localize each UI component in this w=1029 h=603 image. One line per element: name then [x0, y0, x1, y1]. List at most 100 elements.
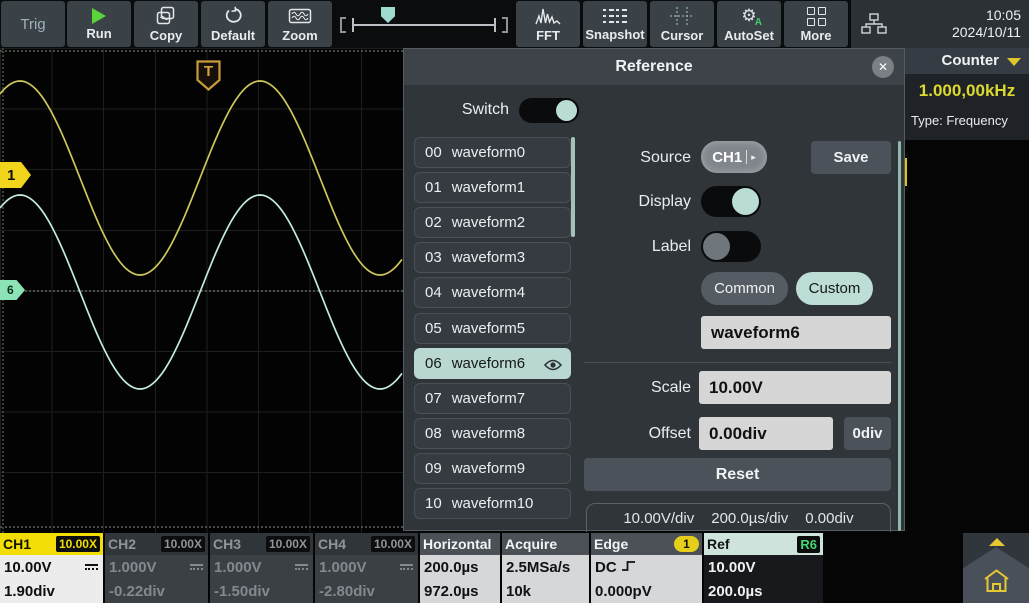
reset-label: Reset	[716, 466, 760, 484]
reset-button[interactable]: Reset	[584, 458, 891, 491]
display-toggle[interactable]	[701, 186, 761, 217]
ch1-marker-label: 1	[7, 167, 15, 184]
ref-title: Ref	[707, 536, 730, 552]
waveform-list-item[interactable]: 07waveform7	[414, 383, 571, 414]
toggle-knob	[556, 100, 577, 121]
cursor-button[interactable]: Cursor	[650, 1, 714, 47]
zoom-button[interactable]: Zoom	[268, 1, 332, 47]
run-button[interactable]: Run	[67, 1, 131, 47]
item-name: waveform10	[452, 495, 534, 512]
channel-block-ch2[interactable]: CH210.00X1.000V-0.22div	[105, 533, 208, 603]
pane-scrollbar[interactable]	[898, 141, 901, 531]
datetime-display[interactable]: 10:05 2024/10/11	[952, 7, 1021, 41]
custom-label: Custom	[809, 280, 861, 297]
clock-block: 10:05 2024/10/11	[851, 0, 1029, 48]
ref-block[interactable]: Ref R6 10.00V 200.0µs	[704, 533, 823, 603]
autoset-gear-icon: ⚙ A	[738, 6, 760, 26]
horizontal-block[interactable]: Horizontal 200.0µs 972.0µs	[420, 533, 500, 603]
home-icon[interactable]	[983, 568, 1010, 599]
waveform-list-item[interactable]: 03waveform3	[414, 242, 571, 273]
time-label: 10:05	[952, 7, 1021, 24]
counter-panel: Counter 1.000,00kHz Type: Frequency	[905, 48, 1029, 140]
acquire-block[interactable]: Acquire 2.5MSa/s 10k	[502, 533, 589, 603]
item-number: 03	[425, 249, 442, 266]
more-button[interactable]: More	[784, 1, 848, 47]
counter-header[interactable]: Counter	[905, 48, 1029, 74]
label-toggle[interactable]	[701, 231, 761, 262]
waveform-name-input[interactable]: waveform6	[701, 316, 891, 349]
dc-coupling-icon	[295, 564, 308, 570]
chevron-down-icon	[1007, 58, 1021, 66]
play-icon	[92, 8, 106, 24]
probe-badge: 10.00X	[371, 536, 415, 552]
section-divider	[584, 362, 891, 363]
trig-status-button[interactable]: Trig	[1, 1, 65, 47]
horizontal-position-slider[interactable]	[335, 0, 513, 48]
gear-a-label: A	[755, 17, 762, 28]
ref-timebase: 200.0µs	[704, 579, 823, 603]
default-label: Default	[211, 29, 255, 42]
waveform-list-item[interactable]: 05waveform5	[414, 313, 571, 344]
slider-left-bracket	[340, 17, 346, 33]
copy-button[interactable]: Copy	[134, 1, 198, 47]
channel-block-ch1[interactable]: CH110.00X10.00V1.90div	[0, 533, 103, 603]
default-button[interactable]: Default	[201, 1, 265, 47]
rising-edge-icon	[621, 559, 637, 576]
item-number: 06	[425, 355, 442, 372]
info-offset: 0.00div	[805, 510, 853, 527]
dialog-header[interactable]: Reference ✕	[404, 49, 904, 85]
channel-scale: 1.000V	[319, 559, 367, 576]
channel-block-ch3[interactable]: CH310.00X1.000V-1.50div	[210, 533, 313, 603]
horizontal-position: 972.0µs	[420, 579, 500, 603]
item-name: waveform4	[452, 284, 525, 301]
scale-value: 10.00V	[709, 378, 763, 398]
fft-button[interactable]: FFT	[516, 1, 580, 47]
slider-track	[352, 24, 496, 26]
waveform-list-item[interactable]: 04waveform4	[414, 277, 571, 308]
item-number: 05	[425, 320, 442, 337]
close-icon[interactable]: ✕	[872, 56, 894, 78]
waveform-list-item[interactable]: 01waveform1	[414, 172, 571, 203]
sample-rate: 2.5MSa/s	[502, 555, 589, 579]
slider-position-marker[interactable]	[381, 7, 395, 23]
zoom-waveform-icon	[288, 6, 312, 26]
channel-name: CH3	[213, 536, 241, 552]
channel-scale: 10.00V	[4, 559, 52, 576]
scope-traces	[0, 48, 403, 533]
waveform-list-item[interactable]: 06waveform6	[414, 348, 571, 379]
trigger-position-marker[interactable]: T	[196, 60, 221, 91]
custom-button[interactable]: Custom	[796, 272, 873, 305]
save-button[interactable]: Save	[811, 141, 891, 174]
offset-input[interactable]: 0.00div	[699, 417, 833, 450]
horizontal-timebase: 200.0µs	[420, 555, 500, 579]
reference-dialog: Reference ✕ Switch 00waveform001waveform…	[403, 48, 905, 531]
source-select[interactable]: CH1 ▸	[701, 141, 767, 173]
autoset-button[interactable]: ⚙ A AutoSet	[717, 1, 781, 47]
slider-right-bracket	[502, 17, 508, 33]
waveform-list-item[interactable]: 10waveform10	[414, 488, 571, 519]
network-icon[interactable]	[861, 13, 887, 40]
item-number: 09	[425, 460, 442, 477]
expand-up-icon[interactable]	[989, 538, 1005, 546]
list-scrollbar[interactable]	[571, 137, 575, 237]
save-label: Save	[833, 149, 868, 166]
channel-offset: 1.90div	[0, 579, 103, 603]
scale-input[interactable]: 10.00V	[699, 371, 891, 404]
item-name: waveform1	[452, 179, 525, 196]
reference-switch-toggle[interactable]	[519, 98, 579, 123]
common-label: Common	[714, 280, 775, 297]
waveform-list-item[interactable]: 09waveform9	[414, 453, 571, 484]
more-squares-icon	[807, 7, 826, 26]
snapshot-button[interactable]: Snapshot	[583, 1, 647, 47]
fft-spectrum-icon	[535, 6, 561, 26]
common-button[interactable]: Common	[701, 272, 788, 305]
corner-panel	[963, 533, 1029, 603]
waveform-list-item[interactable]: 00waveform0	[414, 137, 571, 168]
edge-trigger-block[interactable]: Edge 1 DC 0.000pV	[591, 533, 702, 603]
waveform-list-item[interactable]: 02waveform2	[414, 207, 571, 238]
waveform-list-item[interactable]: 08waveform8	[414, 418, 571, 449]
reference-info-bar: 10.00V/div 200.0µs/div 0.00div	[586, 503, 891, 532]
channel-block-ch4[interactable]: CH410.00X1.000V-2.80div	[315, 533, 418, 603]
item-number: 02	[425, 214, 442, 231]
zero-div-button[interactable]: 0div	[844, 417, 891, 450]
